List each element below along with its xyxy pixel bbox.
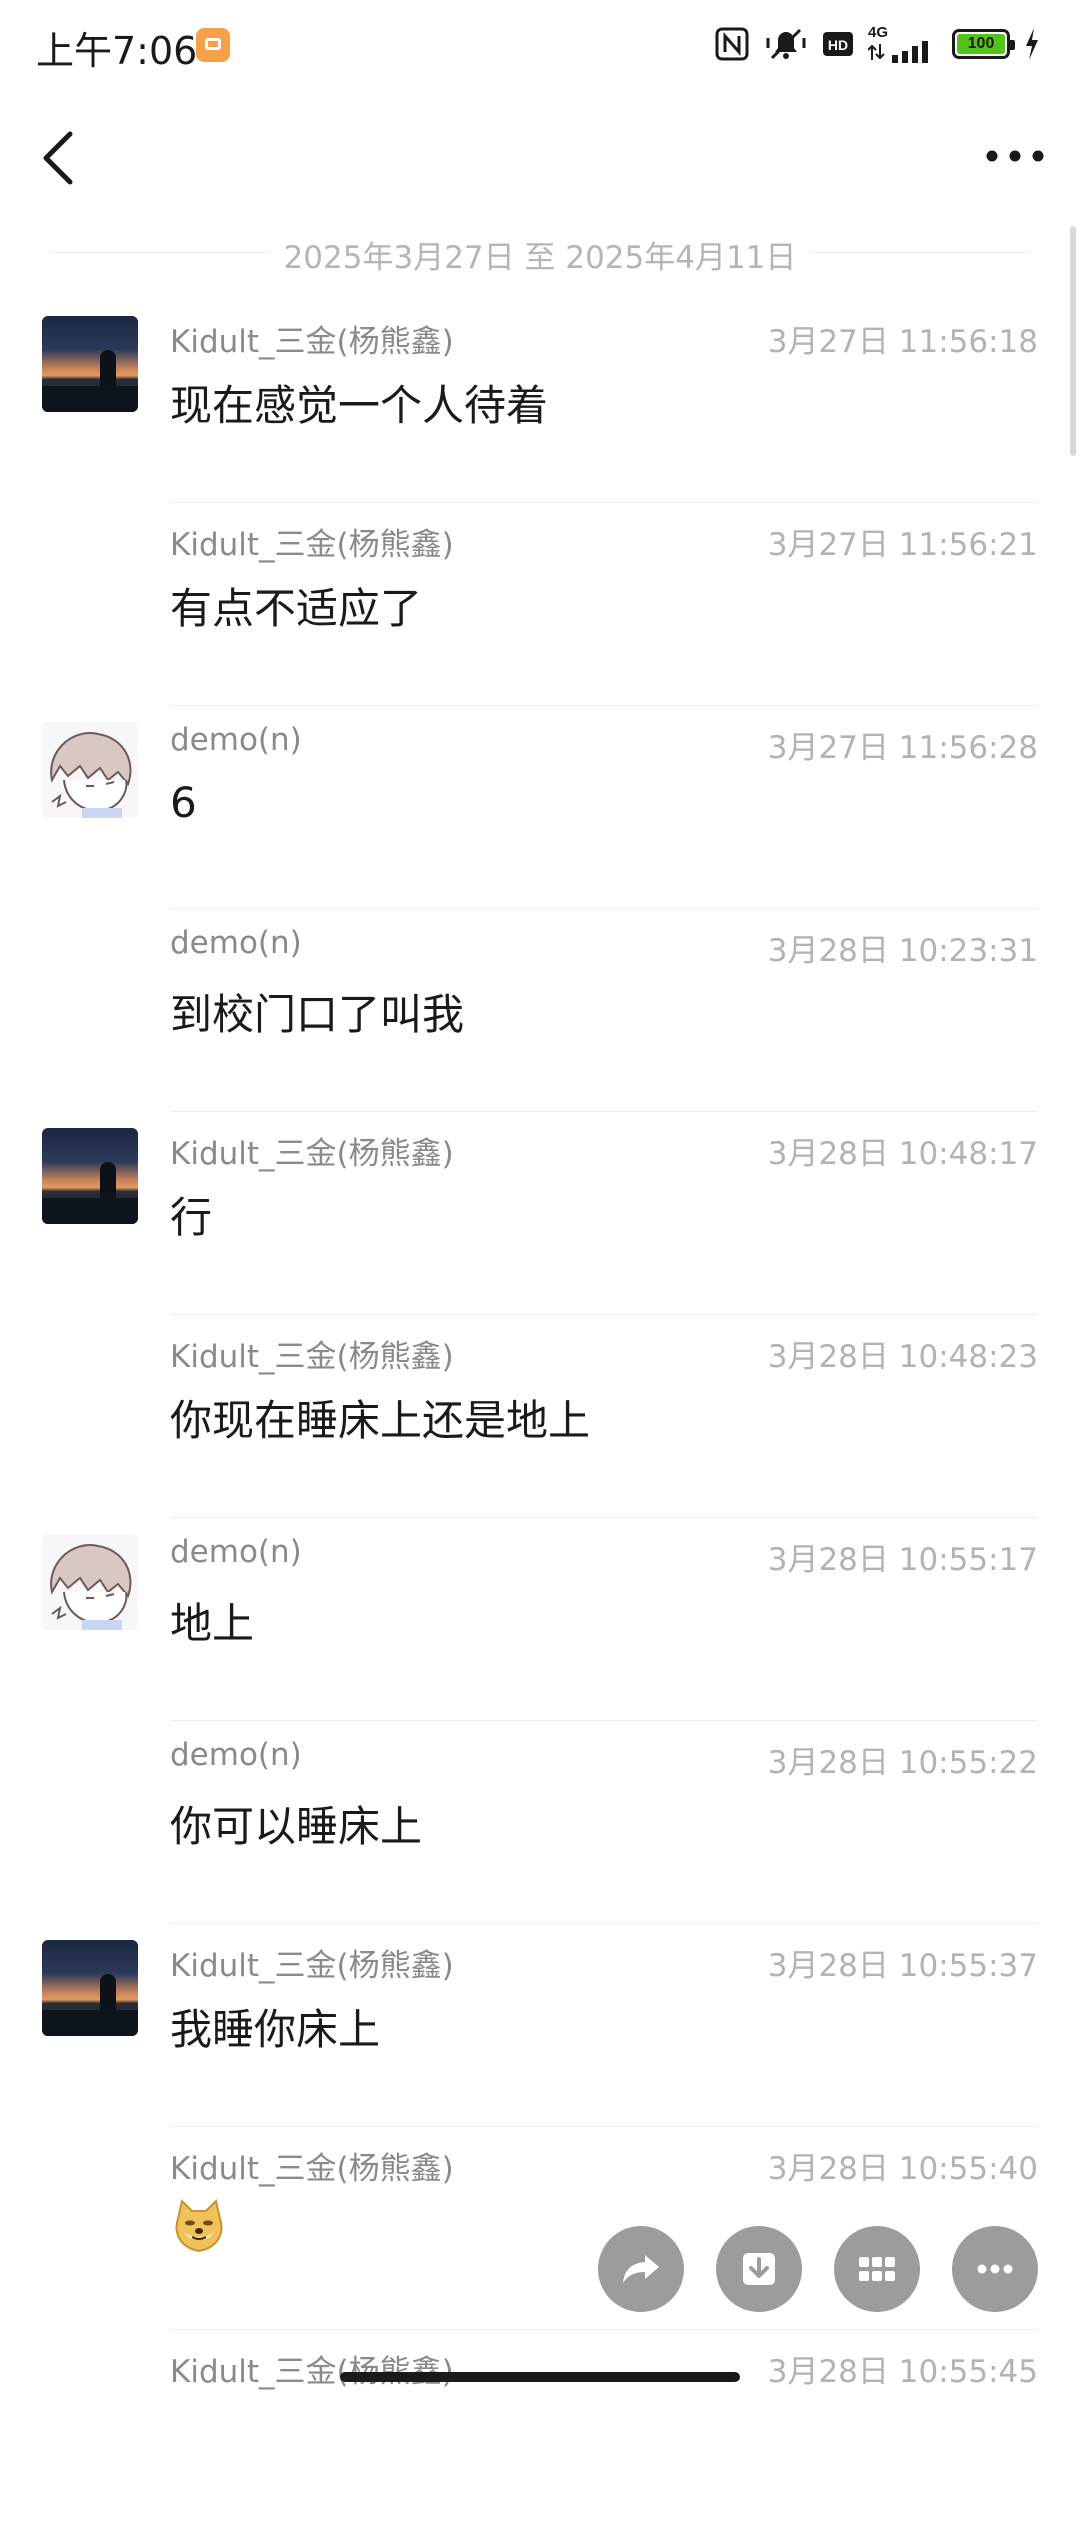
avatar[interactable] [42, 722, 138, 818]
signal-icon: 4G [868, 24, 938, 64]
message-item[interactable]: Kidult_三金(杨熊鑫) 3月27日 11:56:18 现在感觉一个人待着 [0, 300, 1080, 503]
share-button[interactable] [598, 2226, 684, 2312]
message-time: 3月28日 10:48:17 [767, 1136, 1038, 1172]
message-time: 3月28日 10:55:40 [767, 2151, 1038, 2187]
network-type-label: 4G [868, 24, 889, 41]
sender-name: Kidult_三金(杨熊鑫) [170, 1136, 454, 1172]
download-icon [743, 2253, 775, 2285]
hd-icon: HD [823, 32, 853, 56]
sender-name: demo(n) [170, 722, 302, 758]
grid-button[interactable] [834, 2226, 920, 2312]
status-time: 上午7:06 [36, 29, 198, 73]
message-item[interactable]: demo(n) 3月28日 10:55:22 你可以睡床上 [0, 1721, 1080, 1924]
sender-name: Kidult_三金(杨熊鑫) [170, 1948, 454, 1984]
message-text: 6 [170, 778, 197, 827]
message-item[interactable]: Kidult_三金(杨熊鑫) 3月28日 10:48:23 你现在睡床上还是地上 [0, 1315, 1080, 1518]
mute-vibrate-icon [766, 28, 806, 60]
battery-level: 100 [957, 34, 1005, 54]
status-bar: 上午7:06 HD 4G 100 [0, 0, 1080, 96]
message-time: 3月28日 10:55:45 [767, 2354, 1038, 2390]
message-item[interactable]: Kidult_三金(杨熊鑫) 3月28日 10:55:37 我睡你床上 [0, 1924, 1080, 2127]
message-time: 3月28日 10:23:31 [767, 933, 1038, 969]
battery-icon: 100 [952, 29, 1015, 59]
message-time: 3月27日 11:56:21 [767, 527, 1038, 563]
share-arrow-icon [623, 2255, 659, 2283]
more-button[interactable] [952, 2226, 1038, 2312]
doge-emoji-icon [175, 2199, 223, 2253]
sender-name: demo(n) [170, 1737, 302, 1773]
message-text: 地上 [170, 1599, 255, 1648]
date-range-header: 2025年3月27日 至 2025年4月11日 [50, 228, 1030, 276]
message-text: 你现在睡床上还是地上 [170, 1396, 591, 1445]
more-options-button[interactable] [980, 136, 1050, 176]
message-time: 3月28日 10:55:37 [767, 1948, 1038, 1984]
sender-name: Kidult_三金(杨熊鑫) [170, 2151, 454, 2187]
date-range-label: 2025年3月27日 至 2025年4月11日 [283, 240, 797, 276]
sender-name: Kidult_三金(杨熊鑫) [170, 527, 454, 563]
message-item[interactable]: Kidult_三金(杨熊鑫) 3月28日 10:48:17 行 [0, 1112, 1080, 1315]
sender-name: demo(n) [170, 1534, 302, 1570]
message-text: 到校门口了叫我 [170, 990, 465, 1039]
message-item[interactable]: demo(n) 3月28日 10:55:17 地上 [0, 1518, 1080, 1721]
charging-icon [1026, 28, 1038, 60]
message-time: 3月28日 10:55:17 [767, 1542, 1038, 1578]
message-item[interactable]: Kidult_三金(杨熊鑫) 3月28日 10:55:40 [0, 2127, 1080, 2330]
sender-name: Kidult_三金(杨熊鑫) [170, 1339, 454, 1375]
nfc-icon [715, 27, 749, 61]
save-button[interactable] [716, 2226, 802, 2312]
message-time: 3月28日 10:48:23 [767, 1339, 1038, 1375]
message-text: 有点不适应了 [170, 584, 423, 633]
notification-badge-icon [196, 28, 230, 62]
message-item[interactable]: demo(n) 3月28日 10:23:31 到校门口了叫我 [0, 909, 1080, 1112]
message-text: 现在感觉一个人待着 [170, 381, 549, 430]
header [0, 96, 1080, 226]
svg-text:HD: HD [828, 37, 848, 53]
message-item[interactable]: Kidult_三金(杨熊鑫) 3月28日 10:55:45 [0, 2330, 1080, 2533]
message-time: 3月27日 11:56:28 [767, 730, 1038, 766]
back-button[interactable] [30, 126, 90, 190]
message-text: 行 [170, 1193, 213, 1242]
message-item[interactable]: demo(n) 3月27日 11:56:28 6 [0, 706, 1080, 909]
message-text: 你可以睡床上 [170, 1802, 423, 1851]
message-time: 3月28日 10:55:22 [767, 1745, 1038, 1781]
grid-icon [859, 2257, 895, 2281]
message-text: 我睡你床上 [170, 2005, 381, 2054]
avatar[interactable] [42, 1128, 138, 1224]
message-time: 3月27日 11:56:18 [767, 324, 1038, 360]
more-dots-icon [977, 2264, 1013, 2274]
sender-name: Kidult_三金(杨熊鑫) [170, 324, 454, 360]
sender-name: Kidult_三金(杨熊鑫) [170, 2354, 454, 2390]
avatar[interactable] [42, 316, 138, 412]
message-item[interactable]: Kidult_三金(杨熊鑫) 3月27日 11:56:21 有点不适应了 [0, 503, 1080, 706]
message-list: Kidult_三金(杨熊鑫) 3月27日 11:56:18 现在感觉一个人待着 … [0, 300, 1080, 2533]
avatar[interactable] [42, 1534, 138, 1630]
home-indicator[interactable] [340, 2372, 740, 2382]
avatar[interactable] [42, 1940, 138, 2036]
status-icons: HD 4G 100 [714, 22, 1040, 66]
sender-name: demo(n) [170, 925, 302, 961]
